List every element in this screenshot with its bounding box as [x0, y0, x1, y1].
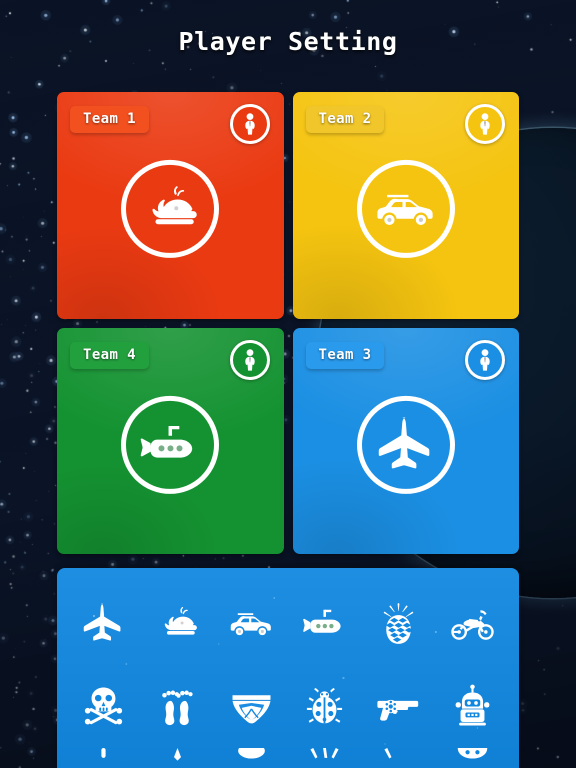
team-card-team-4[interactable]: Team 4	[57, 327, 284, 554]
team-name-label[interactable]: Team 1	[70, 106, 149, 133]
page-title: Player Setting	[178, 27, 398, 56]
skull-crossbones-icon	[81, 684, 126, 729]
icon-option-pineapple[interactable]	[362, 582, 436, 665]
icon-option-motorcycle[interactable]	[435, 582, 509, 665]
icon-option-footprints[interactable]	[141, 665, 215, 748]
icon-option-underwear[interactable]	[214, 665, 288, 748]
partial-icon-6	[450, 748, 495, 768]
team-avatar-button[interactable]	[121, 395, 220, 494]
underwear-icon	[229, 684, 274, 729]
partial-icon-5	[376, 748, 421, 768]
icon-option-car[interactable]	[214, 582, 288, 665]
submarine-icon	[302, 601, 347, 646]
ladybug-icon	[302, 684, 347, 729]
icon-option-partial-1[interactable]	[67, 748, 141, 768]
icon-option-partial-4[interactable]	[288, 748, 362, 768]
player-type-toggle[interactable]	[229, 104, 270, 144]
team-avatar-button[interactable]	[356, 395, 455, 494]
icon-picker-grid	[57, 568, 519, 768]
team-grid: Team 1 Team 2 Team 4 Team 3	[57, 92, 519, 554]
player-type-toggle[interactable]	[465, 339, 505, 380]
team-card-team-2[interactable]: Team 2	[292, 92, 519, 319]
icon-option-ladybug[interactable]	[288, 665, 362, 748]
person-icon	[241, 348, 259, 371]
team-name-label[interactable]: Team 4	[70, 341, 149, 369]
team-name-label[interactable]: Team 2	[305, 106, 385, 133]
player-type-toggle[interactable]	[229, 339, 270, 380]
plane-icon	[81, 601, 126, 646]
footprints-icon	[155, 684, 200, 729]
car-icon	[229, 601, 274, 646]
icon-option-whale[interactable]	[141, 582, 215, 665]
team-card-team-3[interactable]: Team 3	[292, 327, 519, 554]
icon-option-partial-2[interactable]	[141, 748, 215, 768]
submarine-icon	[139, 414, 201, 476]
player-type-toggle[interactable]	[465, 104, 505, 144]
car-icon	[375, 178, 437, 240]
whale-icon	[155, 601, 200, 646]
robot-icon	[450, 684, 495, 729]
partial-icon-1	[81, 748, 126, 768]
plane-icon	[375, 414, 437, 476]
icon-picker-panel[interactable]	[57, 568, 519, 768]
pineapple-icon	[376, 601, 421, 646]
team-avatar-button[interactable]	[356, 160, 455, 259]
icon-option-partial-6[interactable]	[435, 748, 509, 768]
icon-option-revolver[interactable]	[362, 665, 436, 748]
team-name-label[interactable]: Team 3	[305, 341, 385, 369]
motorcycle-icon	[450, 601, 495, 646]
icon-option-skull-crossbones[interactable]	[67, 665, 141, 748]
icon-option-partial-5[interactable]	[362, 748, 436, 768]
icon-option-plane[interactable]	[67, 582, 141, 665]
person-icon	[476, 113, 494, 135]
icon-option-submarine[interactable]	[288, 582, 362, 665]
team-card-team-1[interactable]: Team 1	[57, 92, 284, 319]
person-icon	[476, 348, 494, 371]
partial-icon-2	[155, 748, 200, 768]
revolver-icon	[376, 684, 421, 729]
person-icon	[241, 113, 259, 135]
partial-icon-4	[302, 748, 347, 768]
icon-option-partial-3[interactable]	[214, 748, 288, 768]
whale-icon	[139, 178, 201, 240]
partial-icon-3	[229, 748, 274, 768]
team-avatar-button[interactable]	[121, 160, 220, 259]
icon-option-robot[interactable]	[435, 665, 509, 748]
